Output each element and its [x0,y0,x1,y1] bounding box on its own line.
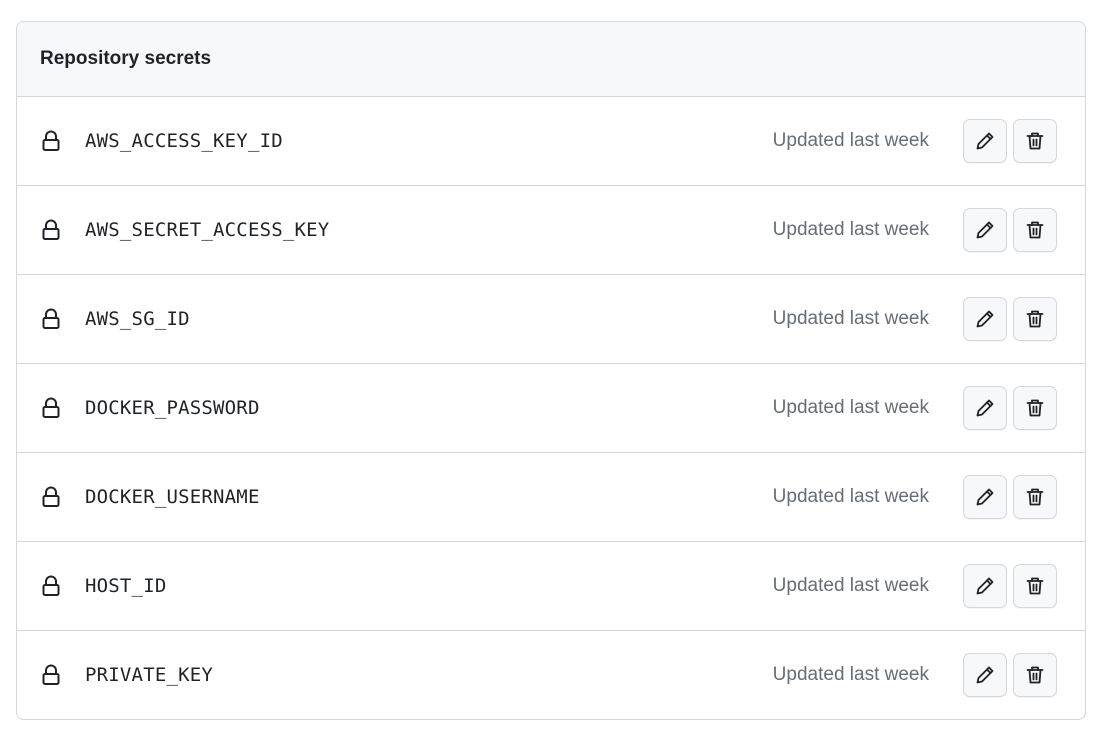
secret-updated-text: Updated last week [772,130,929,151]
delete-secret-button[interactable] [1013,653,1057,697]
secret-name: AWS_SG_ID [85,308,190,330]
pencil-icon [974,219,996,241]
edit-secret-button[interactable] [963,653,1007,697]
trash-icon [1024,308,1046,330]
edit-secret-button[interactable] [963,297,1007,341]
trash-icon [1024,397,1046,419]
edit-secret-button[interactable] [963,475,1007,519]
secret-name: HOST_ID [85,575,167,597]
lock-icon [39,574,63,598]
pencil-icon [974,486,996,508]
trash-icon [1024,575,1046,597]
pencil-icon [974,575,996,597]
pencil-icon [974,308,996,330]
lock-icon [39,129,63,153]
trash-icon [1024,219,1046,241]
trash-icon [1024,664,1046,686]
lock-icon [39,396,63,420]
delete-secret-button[interactable] [1013,475,1057,519]
pencil-icon [974,130,996,152]
trash-icon [1024,486,1046,508]
delete-secret-button[interactable] [1013,297,1057,341]
edit-secret-button[interactable] [963,386,1007,430]
lock-icon [39,663,63,687]
pencil-icon [974,664,996,686]
secret-row: HOST_ID Updated last week [17,541,1085,630]
secrets-list: AWS_ACCESS_KEY_ID Updated last week AWS_… [17,97,1085,719]
edit-secret-button[interactable] [963,564,1007,608]
secret-updated-text: Updated last week [772,308,929,329]
secret-name: AWS_ACCESS_KEY_ID [85,130,283,152]
secret-name: DOCKER_USERNAME [85,486,260,508]
secret-row: PRIVATE_KEY Updated last week [17,630,1085,719]
edit-secret-button[interactable] [963,208,1007,252]
secret-name: DOCKER_PASSWORD [85,397,260,419]
lock-icon [39,485,63,509]
secret-row: AWS_SECRET_ACCESS_KEY Updated last week [17,185,1085,274]
delete-secret-button[interactable] [1013,386,1057,430]
pencil-icon [974,397,996,419]
secret-row: DOCKER_USERNAME Updated last week [17,452,1085,541]
secret-updated-text: Updated last week [772,664,929,685]
secret-name: AWS_SECRET_ACCESS_KEY [85,219,330,241]
trash-icon [1024,130,1046,152]
delete-secret-button[interactable] [1013,208,1057,252]
secret-updated-text: Updated last week [772,397,929,418]
secret-updated-text: Updated last week [772,219,929,240]
secret-row: DOCKER_PASSWORD Updated last week [17,363,1085,452]
secret-name: PRIVATE_KEY [85,664,214,686]
secret-updated-text: Updated last week [772,575,929,596]
secret-row: AWS_ACCESS_KEY_ID Updated last week [17,97,1085,185]
delete-secret-button[interactable] [1013,564,1057,608]
delete-secret-button[interactable] [1013,119,1057,163]
edit-secret-button[interactable] [963,119,1007,163]
secret-row: AWS_SG_ID Updated last week [17,274,1085,363]
lock-icon [39,218,63,242]
secret-updated-text: Updated last week [772,486,929,507]
repository-secrets-panel: Repository secrets AWS_ACCESS_KEY_ID Upd… [16,21,1086,720]
panel-header: Repository secrets [17,22,1085,97]
panel-title: Repository secrets [40,48,212,69]
lock-icon [39,307,63,331]
